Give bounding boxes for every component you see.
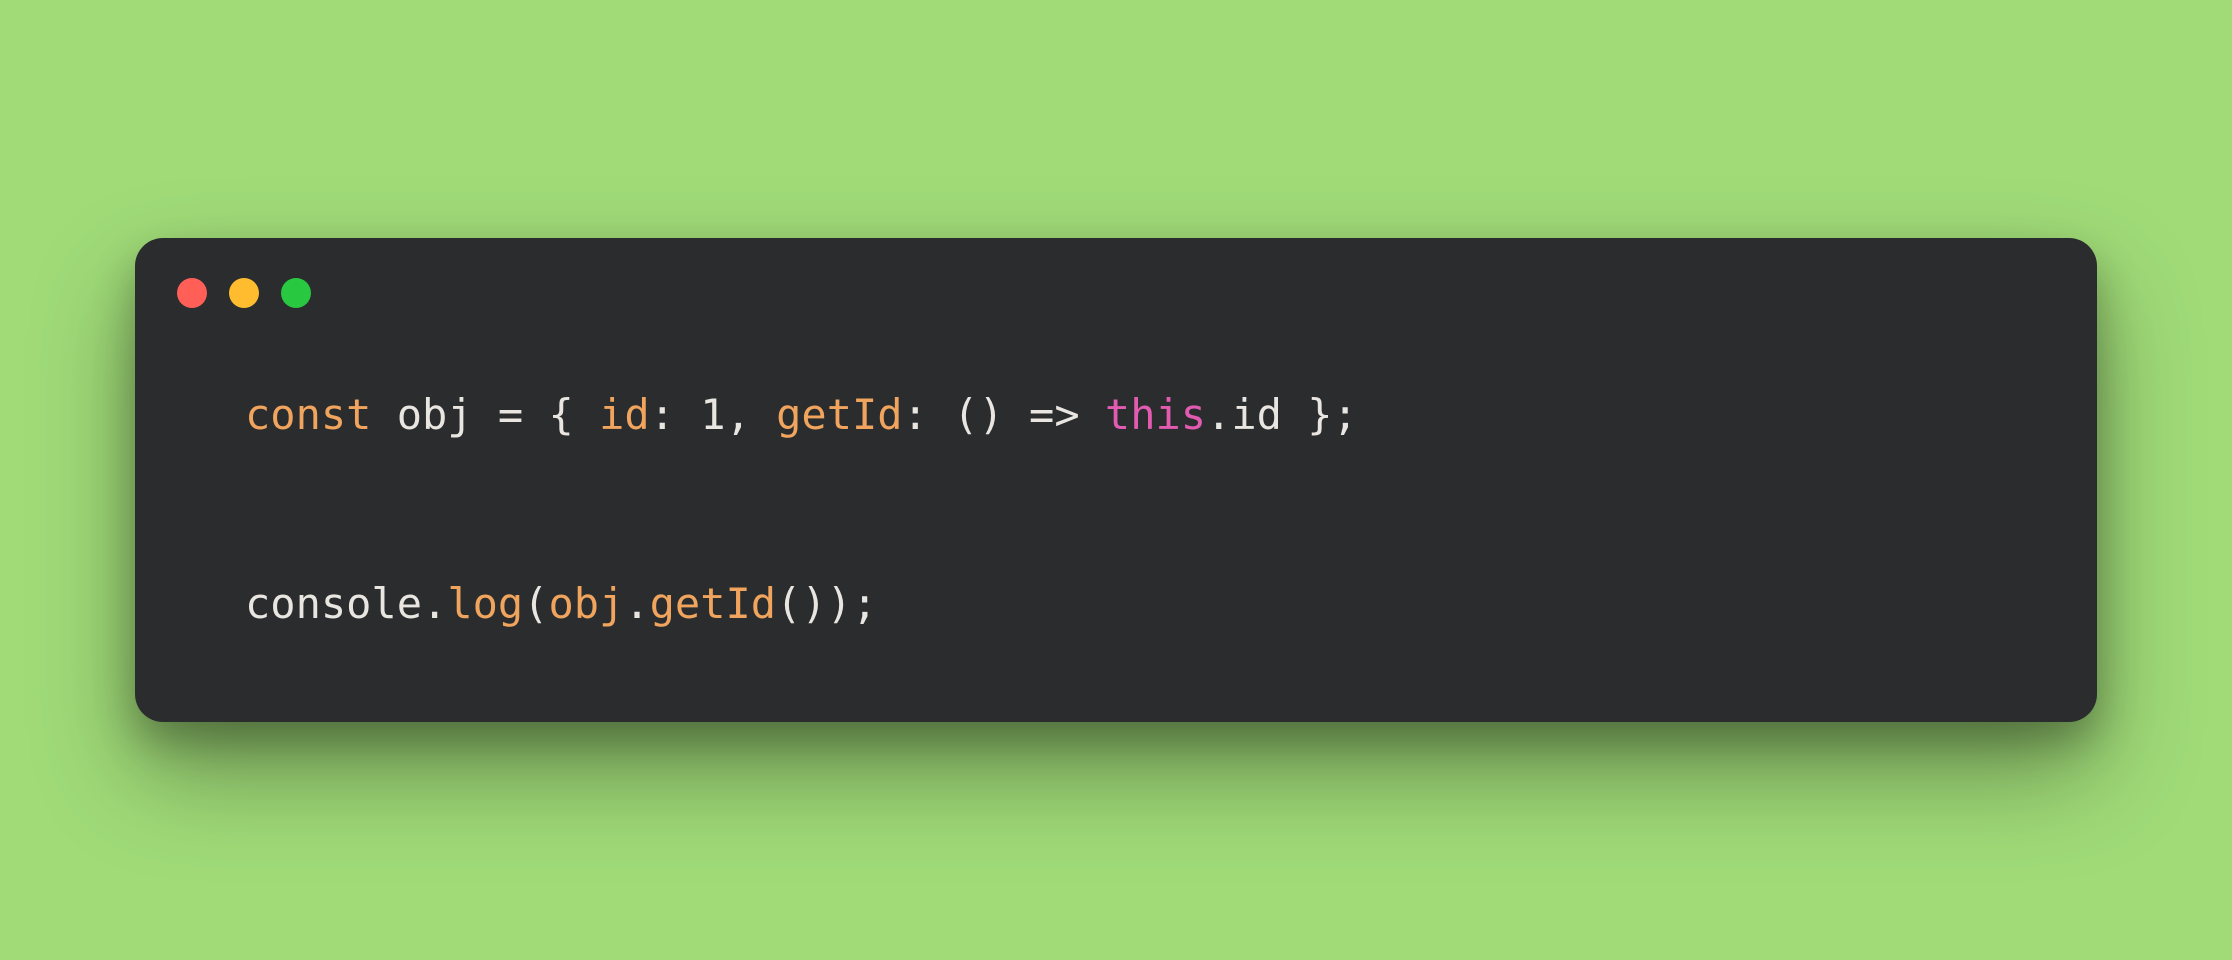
stage: const obj = { id: 1, getId: () => this.i… xyxy=(0,0,2232,960)
token-colon: : xyxy=(650,390,675,439)
token-call-parens: () xyxy=(776,579,827,628)
code-block: const obj = { id: 1, getId: () => this.i… xyxy=(135,318,2097,662)
token-ident-console: console xyxy=(245,579,422,628)
token-space xyxy=(1080,390,1105,439)
token-space xyxy=(574,390,599,439)
token-this: this xyxy=(1105,390,1206,439)
token-space xyxy=(928,390,953,439)
token-space xyxy=(675,390,700,439)
token-space xyxy=(473,390,498,439)
token-space xyxy=(371,390,396,439)
token-arrow: => xyxy=(1029,390,1080,439)
close-icon[interactable] xyxy=(177,278,207,308)
token-semicolon: ; xyxy=(852,579,877,628)
window-titlebar xyxy=(135,238,2097,318)
token-space xyxy=(751,390,776,439)
token-comma: , xyxy=(726,390,751,439)
token-prop-getid: getId xyxy=(776,390,902,439)
token-ident-obj: obj xyxy=(548,579,624,628)
token-ident-obj: obj xyxy=(397,390,473,439)
token-ident-id: id xyxy=(1231,390,1282,439)
token-dot: . xyxy=(624,579,649,628)
minimize-icon[interactable] xyxy=(229,278,259,308)
token-method-getid: getId xyxy=(650,579,776,628)
code-window: const obj = { id: 1, getId: () => this.i… xyxy=(135,238,2097,722)
zoom-icon[interactable] xyxy=(281,278,311,308)
token-lparen: ( xyxy=(523,579,548,628)
token-keyword-const: const xyxy=(245,390,371,439)
token-number-1: 1 xyxy=(700,390,725,439)
token-colon: : xyxy=(903,390,928,439)
token-space xyxy=(1004,390,1029,439)
token-prop-id: id xyxy=(599,390,650,439)
token-space xyxy=(523,390,548,439)
token-semicolon: ; xyxy=(1333,390,1358,439)
token-lbrace: { xyxy=(548,390,573,439)
token-dot: . xyxy=(422,579,447,628)
token-space xyxy=(1282,390,1307,439)
token-equals: = xyxy=(498,390,523,439)
token-rbrace: } xyxy=(1307,390,1332,439)
token-parens: () xyxy=(953,390,1004,439)
token-dot: . xyxy=(1206,390,1231,439)
token-rparen: ) xyxy=(827,579,852,628)
token-method-log: log xyxy=(447,579,523,628)
